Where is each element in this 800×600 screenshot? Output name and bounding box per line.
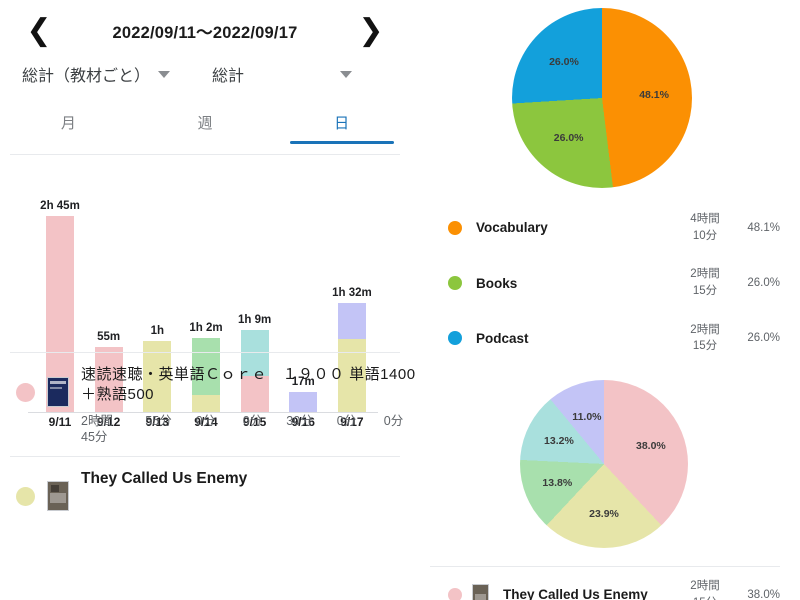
category-pie-chart-wrap: 48.1% 26.0% 26.0%: [410, 0, 800, 200]
study-stats-screen: ❮ 2022/09/11〜2022/09/17 ❯ 総計（教材ごと） 総計 月 …: [0, 0, 800, 600]
legend-color-dot: [448, 220, 462, 235]
material-day-time: 0分: [336, 413, 357, 428]
tab-month-label: 月: [60, 114, 76, 132]
legend-duration: 4時間 10分: [690, 213, 720, 242]
pie-slice-label: 38.0%: [635, 439, 666, 452]
pie-slice-label: 23.9%: [589, 508, 619, 521]
pie-slice-label: 26.0%: [553, 132, 584, 145]
bar-segment: [337, 303, 366, 339]
material-list-item[interactable]: They Called Us Enemy: [10, 456, 400, 521]
legend-duration: 2時間15分: [690, 323, 720, 353]
pie-slice-label: 48.1%: [639, 88, 669, 101]
chevron-down-icon: [158, 70, 171, 78]
material-day-time: 55分: [145, 413, 172, 428]
legend-color-dot: [448, 276, 462, 291]
chevron-left-icon[interactable]: ❮: [22, 16, 56, 46]
legend-item-name: Books: [476, 275, 518, 291]
material-list: 速読速聴・英単語Ｃｏｒｅ １９００ 単語1400＋熟語500 2時間 45分 55分 0…: [10, 352, 415, 521]
material-title: 速読速聴・英単語Ｃｏｒｅ １９００ 単語1400＋熟語500: [81, 366, 416, 404]
material-cover-thumbnail: [47, 377, 69, 407]
metric-label: 総計: [212, 68, 245, 85]
material-color-dot: [16, 383, 35, 402]
legend-item-name: Vocabulary: [476, 220, 548, 236]
legend-row[interactable]: They Called Us Enemy 2時間15分 38.0%: [430, 567, 780, 600]
tab-week-label: 週: [197, 114, 213, 132]
legend-row[interactable]: Books 2時間 15分 26.0%: [430, 255, 780, 310]
legend-duration: 2時間15分: [690, 268, 720, 298]
material-pie-chart[interactable]: 38.0% 23.9% 13.8% 13.2% 11.0%: [520, 380, 688, 549]
material-grouping-dropdown[interactable]: 総計（教材ごと）: [22, 62, 212, 86]
material-day-time: 2時間 45分: [81, 413, 113, 445]
pie-slice-label: 13.8%: [542, 476, 573, 489]
legend-item-name: Podcast: [476, 330, 529, 346]
legend-row[interactable]: Podcast 2時間 15分 26.0%: [430, 311, 780, 366]
material-day-time: 0分: [195, 413, 216, 428]
tab-month[interactable]: 月: [0, 100, 137, 144]
tab-day[interactable]: 日: [273, 100, 410, 144]
material-body: 速読速聴・英単語Ｃｏｒｅ １９００ 単語1400＋熟語500 2時間 45分 55分 0…: [81, 365, 417, 446]
legend-percentage: 48.1%: [747, 221, 780, 234]
tab-day-label: 日: [334, 114, 350, 132]
legend-row[interactable]: Vocabulary 4時間 10分 48.1%: [430, 200, 780, 255]
legend-percentage: 26.0%: [747, 332, 780, 345]
chevron-right-icon[interactable]: ❯: [354, 16, 388, 46]
pie-slice-label: 11.0%: [572, 410, 602, 423]
legend-percentage: 38.0%: [747, 588, 780, 600]
material-legend: They Called Us Enemy2時間15分38.0%速読速聴・英単語Ｃ…: [410, 567, 800, 600]
material-title: They Called Us Enemy: [81, 470, 248, 488]
right-panel: 48.1% 26.0% 26.0% Vocabulary 4時間 10分 48.1% Boo…: [410, 0, 800, 600]
period-tabs: 月 週 日: [0, 100, 410, 144]
bar-total-label: 1h 32m: [332, 287, 372, 299]
legend-percentage: 26.0%: [747, 277, 780, 290]
material-day-time: 0分: [242, 413, 263, 428]
material-grouping-label: 総計（教材ごと）: [22, 68, 151, 85]
legend-cover-thumbnail: [472, 583, 489, 600]
category-legend: Vocabulary 4時間 10分 48.1% Books 2時間 15分 26.0% Pod…: [410, 200, 800, 366]
date-navigation-bar: ❮ 2022/09/11〜2022/09/17 ❯: [0, 8, 410, 54]
material-color-dot: [16, 487, 35, 507]
legend-color-dot: [448, 331, 462, 346]
material-day-time: 30分: [286, 413, 313, 428]
material-list-item[interactable]: 速読速聴・英単語Ｃｏｒｅ １９００ 単語1400＋熟語500 2時間 45分 55分 0…: [10, 352, 415, 456]
tab-week[interactable]: 週: [137, 100, 274, 144]
selector-row: 総計（教材ごと） 総計: [0, 54, 410, 94]
material-pie-chart-wrap: 38.0% 23.9% 13.8% 13.2% 11.0%: [410, 372, 800, 562]
material-body: They Called Us Enemy: [81, 469, 394, 490]
legend-item-name: They Called Us Enemy: [503, 587, 648, 600]
legend-color-dot: [448, 587, 462, 600]
pie-slice-label: 13.2%: [544, 435, 574, 448]
category-pie-chart[interactable]: 48.1% 26.0% 26.0%: [512, 8, 692, 188]
date-range-label: 2022/09/11〜2022/09/17: [112, 24, 298, 42]
left-panel: ❮ 2022/09/11〜2022/09/17 ❯ 総計（教材ごと） 総計 月 …: [0, 0, 415, 600]
pie-slice-label: 26.0%: [549, 56, 579, 69]
material-cover-thumbnail: [47, 481, 69, 512]
chevron-down-icon: [340, 70, 352, 78]
legend-duration: 2時間15分: [690, 580, 720, 600]
material-daily-times: 2時間 45分 55分 0分 0分 30分 0分 0分: [81, 413, 417, 447]
metric-dropdown[interactable]: 総計: [212, 62, 388, 86]
